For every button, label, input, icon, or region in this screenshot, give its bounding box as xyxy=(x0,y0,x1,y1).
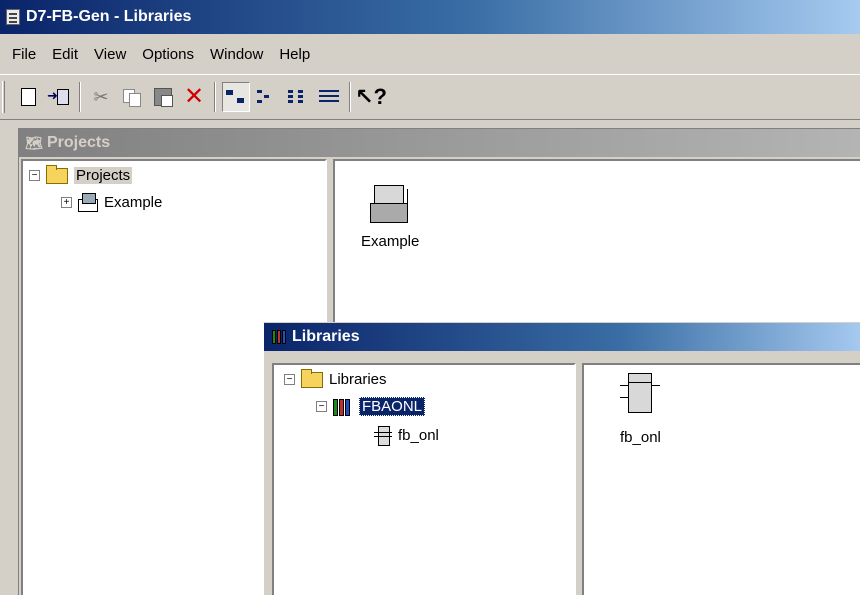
toolbar-grip[interactable] xyxy=(2,81,5,113)
list-icon xyxy=(288,90,308,104)
new-button[interactable] xyxy=(14,82,42,112)
project-icon xyxy=(370,185,410,223)
function-block-icon xyxy=(374,425,392,446)
tree-item-example[interactable]: + Example xyxy=(61,193,163,212)
toolbar: ✂ ✕ ↖? xyxy=(0,74,860,120)
list-item-example[interactable]: Example xyxy=(361,185,419,250)
details-button[interactable] xyxy=(315,82,343,112)
tree-item-label: Libraries xyxy=(329,371,387,388)
small-icons-icon xyxy=(257,90,277,104)
import-icon xyxy=(47,88,69,106)
projects-window-title: Projects xyxy=(47,134,111,151)
expand-icon[interactable]: + xyxy=(61,196,72,208)
large-icons-button[interactable] xyxy=(222,82,250,112)
list-item-fb-onl[interactable]: fb_onl xyxy=(620,371,661,446)
copy-icon xyxy=(123,89,141,107)
menu-help[interactable]: Help xyxy=(271,46,318,63)
menu-window[interactable]: Window xyxy=(202,46,271,63)
tree-item-projects[interactable]: − Projects xyxy=(29,164,133,184)
project-icon xyxy=(78,193,98,212)
cut-icon: ✂ xyxy=(93,86,109,107)
paste-icon xyxy=(154,88,173,107)
menu-file[interactable]: File xyxy=(4,46,44,63)
menu-view[interactable]: View xyxy=(86,46,134,63)
libraries-tree-pane[interactable]: − Libraries − FBAONL fb_onl xyxy=(272,363,576,595)
libraries-window-title-bar[interactable]: Libraries xyxy=(264,323,860,351)
projects-icon: 🗺 xyxy=(25,134,43,151)
menu-options[interactable]: Options xyxy=(134,46,202,63)
app-icon xyxy=(6,9,20,25)
toolbar-separator xyxy=(349,82,351,112)
collapse-icon[interactable]: − xyxy=(316,401,327,412)
list-item-label: Example xyxy=(361,233,420,250)
library-icon xyxy=(270,328,288,346)
tree-item-label: FBAONL xyxy=(359,397,426,416)
libraries-list-pane[interactable]: fb_onl xyxy=(582,363,860,595)
libraries-window: Libraries − Libraries − FBAONL fb_onl fb… xyxy=(263,322,860,595)
small-icons-button[interactable] xyxy=(253,82,281,112)
tree-item-libraries[interactable]: − Libraries xyxy=(284,368,387,388)
large-icons-icon xyxy=(226,90,246,104)
app-title-bar[interactable]: D7-FB-Gen - Libraries xyxy=(0,0,860,34)
app-title: D7-FB-Gen - Libraries xyxy=(26,8,192,25)
folder-open-icon xyxy=(46,164,68,184)
tree-item-fbaonl[interactable]: − FBAONL xyxy=(316,397,426,416)
tree-item-label: Projects xyxy=(74,167,133,184)
menu-edit[interactable]: Edit xyxy=(44,46,86,63)
cut-button[interactable]: ✂ xyxy=(87,82,115,112)
tree-item-label: Example xyxy=(104,193,163,211)
import-button[interactable] xyxy=(45,82,73,112)
libraries-window-title: Libraries xyxy=(292,328,360,345)
tree-item-fb-onl[interactable]: fb_onl xyxy=(374,425,439,446)
toolbar-separator xyxy=(79,82,81,112)
context-help-icon: ↖? xyxy=(355,84,387,109)
list-button[interactable] xyxy=(284,82,312,112)
menu-bar: File Edit View Options Window Help xyxy=(0,34,860,74)
projects-window-title-bar[interactable]: 🗺 Projects xyxy=(19,129,860,157)
new-icon xyxy=(20,88,36,106)
toolbar-separator xyxy=(214,82,216,112)
paste-button[interactable] xyxy=(149,82,177,112)
folder-open-icon xyxy=(301,368,323,388)
context-help-button[interactable]: ↖? xyxy=(355,82,387,112)
copy-button[interactable] xyxy=(118,82,146,112)
delete-button[interactable]: ✕ xyxy=(180,82,208,112)
tree-item-label: fb_onl xyxy=(398,426,439,444)
collapse-icon[interactable]: − xyxy=(29,170,40,181)
list-item-label: fb_onl xyxy=(620,429,661,446)
function-block-icon xyxy=(620,371,661,415)
delete-icon: ✕ xyxy=(183,83,205,110)
collapse-icon[interactable]: − xyxy=(284,374,295,385)
library-icon xyxy=(333,398,353,416)
details-icon xyxy=(319,90,339,104)
